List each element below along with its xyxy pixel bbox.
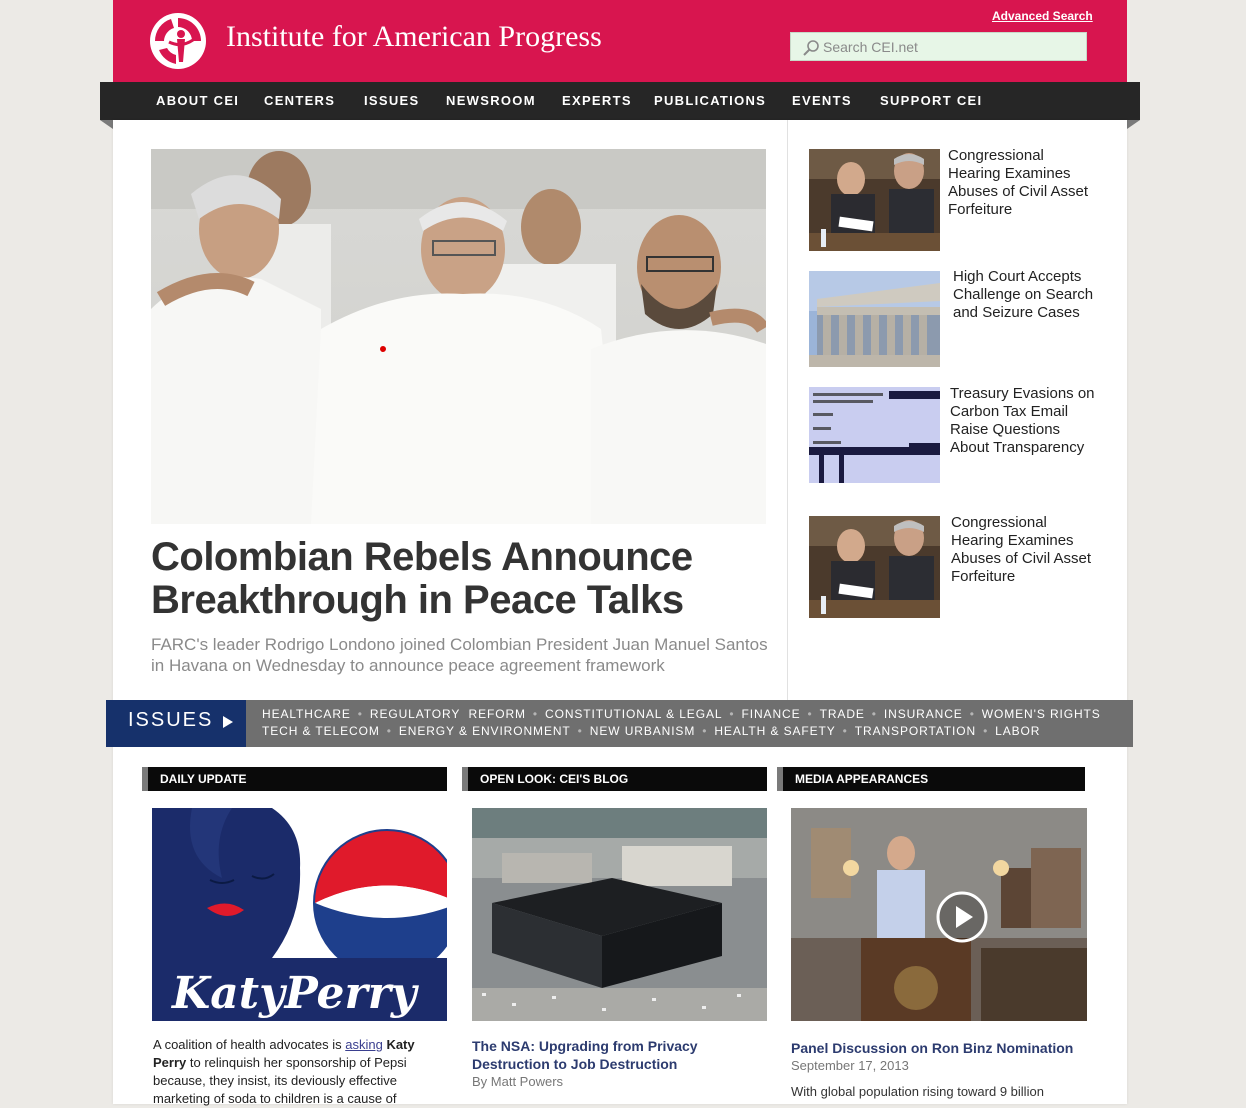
sidebar-thumb-email-document[interactable] <box>809 387 940 483</box>
nav-item-issues[interactable]: ISSUES <box>364 82 419 120</box>
nav-item-centers[interactable]: CENTERS <box>264 82 335 120</box>
feature-deck: FARC's leader Rodrigo Londono joined Col… <box>151 635 768 675</box>
feature-headline-line1[interactable]: Colombian Rebels Announce <box>151 536 771 579</box>
asking-link[interactable]: asking <box>345 1037 383 1052</box>
search-box[interactable] <box>790 32 1087 61</box>
nav-item-events[interactable]: EVENTS <box>792 82 852 120</box>
nav-item-newsroom[interactable]: NEWSROOM <box>446 82 536 120</box>
nav-item-publications[interactable]: PUBLICATIONS <box>654 82 766 120</box>
blog-image[interactable] <box>472 808 767 1021</box>
nav-item-about[interactable]: ABOUT CEI <box>156 82 239 120</box>
ribbon-fold-left <box>100 120 113 129</box>
play-arrow-icon <box>223 716 233 728</box>
sidebar-title-2[interactable]: High Court Accepts Challenge on Search a… <box>953 268 1103 322</box>
advanced-search-link[interactable]: Advanced Search <box>992 9 1093 23</box>
blog-post-title[interactable]: The NSA: Upgrading from Privacy Destruct… <box>472 1037 762 1073</box>
daily-text-intro: A coalition of health advocates is <box>153 1037 346 1052</box>
issue-finance[interactable]: FINANCE <box>742 707 801 721</box>
issue-new-urbanism[interactable]: NEW URBANISM <box>590 724 695 738</box>
daily-update-image[interactable]: KatyPerry <box>152 808 447 1021</box>
nav-item-support[interactable]: SUPPORT CEI <box>880 82 982 120</box>
nav-item-experts[interactable]: EXPERTS <box>562 82 632 120</box>
ribbon-fold-right <box>1127 120 1140 129</box>
play-button-icon[interactable] <box>936 891 988 943</box>
sidebar-thumb-hearing[interactable] <box>809 149 940 251</box>
sidebar-title-4[interactable]: Congressional Hearing Examines Abuses of… <box>951 514 1101 586</box>
media-video-thumbnail[interactable] <box>791 808 1087 1021</box>
site-title[interactable]: Institute for American Progress <box>226 20 602 54</box>
issues-row-1: HEALTHCARE • REGULATORY REFORM • CONSTITUTIO… <box>262 707 1101 721</box>
media-appearances-heading[interactable]: MEDIA APPEARANCES <box>777 767 1085 791</box>
katy-bold: Katy <box>386 1037 415 1052</box>
daily-text-body: to relinquish her sponsorship of Pepsi b… <box>153 1055 407 1106</box>
issue-labor[interactable]: LABOR <box>995 724 1040 738</box>
perry-bold: Perry <box>153 1055 187 1070</box>
column-divider <box>787 120 788 700</box>
sidebar-thumb-supreme-court[interactable] <box>809 271 940 367</box>
logo-icon[interactable] <box>149 12 207 70</box>
search-icon <box>803 40 819 56</box>
katy-perry-art-text: KatyPerry <box>170 968 420 1019</box>
issue-health-safety[interactable]: HEALTH & SAFETY <box>714 724 835 738</box>
issue-regulatory-reform[interactable]: REGULATORY REFORM <box>370 707 526 721</box>
issue-insurance[interactable]: INSURANCE <box>884 707 963 721</box>
issue-constitutional-legal[interactable]: CONSTITUTIONAL & LEGAL <box>545 707 722 721</box>
issue-tech-telecom[interactable]: TECH & TELECOM <box>262 724 380 738</box>
feature-headline-line2[interactable]: Breakthrough in Peace Talks <box>151 579 771 622</box>
media-text: With global population rising toward 9 b… <box>791 1084 1044 1099</box>
search-input[interactable] <box>823 33 1078 60</box>
media-date: September 17, 2013 <box>791 1058 909 1073</box>
issues-row-2: TECH & TELECOM • ENERGY & ENVIRONMENT • NEW … <box>262 724 1041 738</box>
issues-label: ISSUES <box>128 709 214 731</box>
daily-update-heading[interactable]: DAILY UPDATE <box>142 767 447 791</box>
issues-tab[interactable]: ISSUES <box>106 700 246 747</box>
issue-trade[interactable]: TRADE <box>820 707 865 721</box>
feature-photo[interactable] <box>151 149 766 524</box>
issue-energy-environment[interactable]: ENERGY & ENVIRONMENT <box>399 724 571 738</box>
issue-transportation[interactable]: TRANSPORTATION <box>855 724 976 738</box>
feature-headline[interactable]: Colombian Rebels Announce Breakthrough i… <box>151 536 771 622</box>
issue-womens-rights[interactable]: WOMEN'S RIGHTS <box>982 707 1101 721</box>
blog-heading[interactable]: OPEN LOOK: CEI'S BLOG <box>462 767 767 791</box>
sidebar-thumb-hearing-2[interactable] <box>809 516 940 618</box>
media-title[interactable]: Panel Discussion on Ron Binz Nomination <box>791 1039 1091 1057</box>
issue-healthcare[interactable]: HEALTHCARE <box>262 707 351 721</box>
blog-byline: By Matt Powers <box>472 1074 564 1089</box>
daily-update-text: A coalition of health advocates is askin… <box>153 1036 433 1108</box>
main-nav: ABOUT CEI CENTERS ISSUES NEWSROOM EXPERT… <box>100 82 1140 120</box>
sidebar-title-1[interactable]: Congressional Hearing Examines Abuses of… <box>948 147 1098 219</box>
sidebar-title-3[interactable]: Treasury Evasions on Carbon Tax Email Ra… <box>950 385 1100 457</box>
